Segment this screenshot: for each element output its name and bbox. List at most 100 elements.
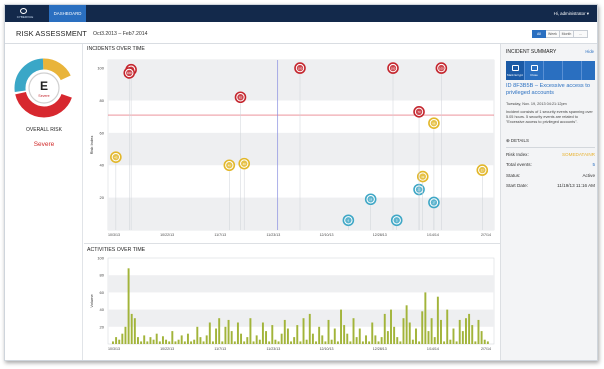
row-value: SOMEDATAINR	[561, 152, 595, 157]
activity-bar	[218, 318, 221, 344]
toolbar-button-3[interactable]	[544, 61, 563, 80]
activity-bar	[415, 328, 417, 344]
incident-point-label: 82	[239, 95, 243, 99]
activity-bar	[436, 296, 439, 344]
activity-bar	[471, 325, 474, 344]
mark-encrypt-button[interactable]: Mark Ecrypt	[506, 61, 525, 80]
activity-bar	[165, 339, 168, 344]
activity-bar	[280, 333, 283, 344]
x-tick-label: 12/10/13	[320, 347, 334, 351]
toolbar-button-4[interactable]	[563, 61, 582, 80]
activity-bar	[255, 335, 258, 344]
range-tab-all[interactable]: All	[532, 30, 546, 38]
row-key: Total events:	[506, 162, 532, 167]
activity-bar	[174, 341, 177, 344]
activity-bar	[271, 325, 274, 344]
x-tick-label: 10/22/13	[160, 233, 174, 237]
activity-bar	[146, 341, 149, 344]
summary-toolbar: Mark Ecrypt Close	[506, 61, 595, 80]
activity-bar	[283, 319, 286, 344]
mark-encrypt-label: Mark Ecrypt	[506, 73, 523, 77]
overall-risk-panel: E Severe OVERALL RISK Severe	[5, 44, 83, 360]
activity-bar	[321, 335, 324, 344]
activity-bar	[433, 337, 436, 344]
activity-bar	[240, 333, 243, 344]
activity-bar	[161, 336, 164, 344]
briefcase-icon	[512, 65, 519, 71]
user-menu[interactable]: Hi, administrator ▾	[554, 5, 589, 22]
activity-bar	[483, 339, 486, 344]
x-tick-label: 12/28/13	[373, 347, 387, 351]
page-header: RISK ASSESSMENT Oct3.2013 – Feb7.2014 Al…	[5, 22, 597, 44]
y-axis-label: Volume	[89, 294, 94, 308]
details-toggle[interactable]: ⊕ DETAILS	[506, 138, 529, 144]
tab-dashboard[interactable]: DASHBOARD	[49, 5, 86, 22]
activity-bar	[168, 341, 171, 344]
activity-bar	[299, 341, 302, 344]
activity-bar	[480, 331, 483, 344]
activity-bar	[327, 319, 330, 344]
hide-link[interactable]: Hide	[585, 49, 594, 54]
incident-point-label: 19	[369, 197, 373, 201]
range-tab-week[interactable]: Week	[546, 30, 560, 38]
details-label: DETAILS	[510, 138, 529, 143]
activity-bar	[308, 313, 311, 344]
activity-bar	[343, 325, 346, 344]
date-range[interactable]: Oct3.2013 – Feb7.2014	[93, 31, 148, 37]
activity-bar	[449, 339, 452, 344]
activity-bar	[418, 341, 421, 344]
y-tick-label: 40	[100, 307, 105, 312]
row-key: Start Date:	[506, 183, 528, 188]
y-tick-label: 80	[100, 273, 105, 278]
activity-bar	[340, 309, 342, 344]
activity-bar	[230, 331, 233, 344]
y-tick-label: 20	[100, 324, 105, 329]
risk-grade: E	[40, 79, 48, 93]
row-value[interactable]: 5	[592, 162, 595, 167]
overall-risk-label: OVERALL RISK	[26, 127, 62, 133]
summary-title: INCIDENT SUMMARY	[506, 49, 557, 55]
activity-bar	[252, 341, 255, 344]
y-tick-label: 100	[97, 256, 104, 261]
activity-bar	[236, 322, 239, 344]
activity-bar	[468, 313, 471, 344]
activity-bar	[333, 328, 336, 344]
activity-bar	[486, 341, 489, 344]
activity-bar	[258, 339, 261, 344]
incident-point-label: 66	[432, 121, 436, 125]
activity-bar	[205, 335, 208, 344]
app-window: CYBERVUE DASHBOARD Hi, administrator ▾ R…	[4, 4, 598, 361]
row-value: Active	[582, 173, 595, 178]
activity-bar	[318, 326, 321, 344]
close-incident-button[interactable]: Close	[525, 61, 544, 80]
activity-bar	[396, 337, 399, 344]
row-start-date: Start Date: 11/19/13 11:16 AM	[506, 183, 595, 188]
x-tick-label: 2/7/14	[481, 233, 491, 237]
activity-bar	[124, 326, 127, 344]
grid-band	[108, 309, 494, 327]
activity-bar	[336, 341, 339, 344]
range-tab-month[interactable]: Month	[560, 30, 574, 38]
activity-bar	[140, 341, 143, 344]
x-tick-label: 12/28/13	[373, 233, 387, 237]
activity-bar	[143, 335, 146, 344]
activity-bar	[352, 318, 355, 344]
activity-bar	[324, 341, 327, 344]
activity-bar	[268, 341, 271, 344]
activity-bar	[261, 322, 264, 344]
activity-bar	[443, 341, 446, 344]
risk-gauge: E Severe	[14, 58, 74, 118]
range-tab-more[interactable]: ...	[574, 30, 588, 38]
summary-divider	[506, 147, 595, 148]
activity-bar	[118, 339, 121, 344]
incident-point-label: 37	[481, 168, 485, 172]
activity-bar	[221, 341, 224, 344]
activity-bar	[477, 319, 480, 344]
activity-bar	[421, 311, 424, 344]
activity-bar	[177, 339, 180, 344]
logo-icon	[20, 8, 27, 14]
activity-bar	[112, 341, 114, 344]
activity-bar	[361, 341, 364, 344]
incident-id[interactable]: ID 8F3B5B – Excessive access to privileg…	[506, 83, 596, 97]
app-logo[interactable]: CYBERVUE	[11, 8, 39, 19]
